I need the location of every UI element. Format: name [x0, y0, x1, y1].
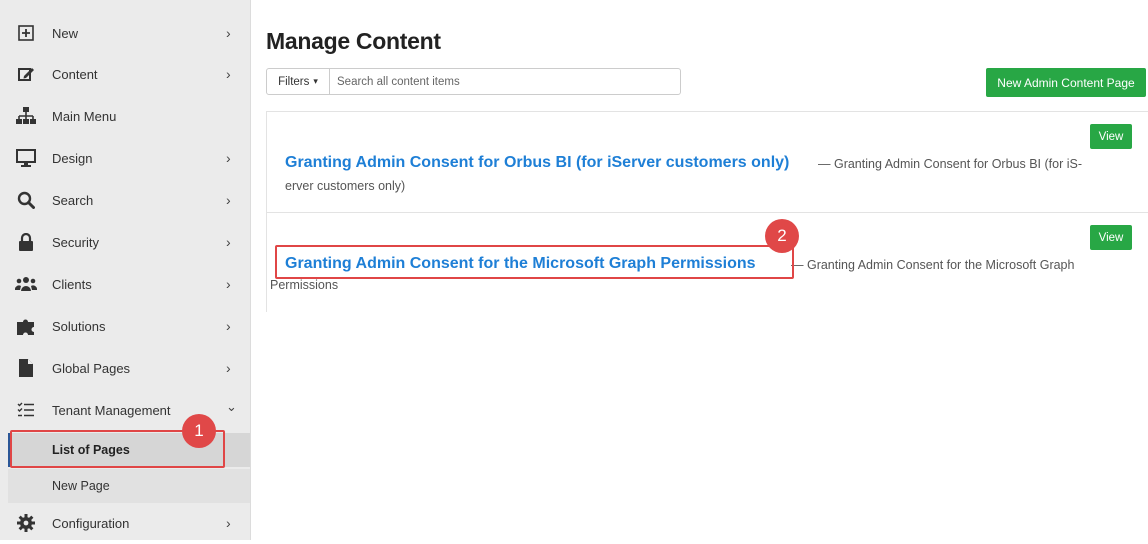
- callout-highlight-2: [275, 245, 794, 279]
- result-description: — Granting Admin Consent for Orbus BI (f…: [818, 157, 1082, 171]
- chevron-right-icon: ›: [226, 192, 231, 208]
- users-icon: [15, 273, 37, 295]
- sidebar-subitem-new-page[interactable]: New Page: [8, 469, 250, 503]
- caret-down-icon: ▾: [313, 76, 318, 86]
- sidebar-item-configuration[interactable]: Configuration ›: [0, 502, 250, 544]
- file-icon: [15, 357, 37, 379]
- filters-dropdown[interactable]: Filters ▾: [267, 69, 330, 94]
- sidebar-item-label: New: [52, 25, 79, 41]
- sidebar-item-label: Tenant Management: [52, 402, 171, 418]
- callout-badge-1: 1: [182, 414, 216, 448]
- plus-square-icon: [15, 22, 37, 44]
- result-description: — Granting Admin Consent for the Microso…: [791, 258, 1075, 272]
- sidebar-item-label: Main Menu: [52, 108, 117, 124]
- chevron-right-icon: ›: [226, 66, 231, 82]
- sidebar-subitem-label: New Page: [52, 479, 110, 493]
- chevron-right-icon: ›: [226, 234, 231, 250]
- sitemap-icon: [15, 105, 37, 127]
- sidebar-item-label: Global Pages: [52, 360, 131, 376]
- desktop-icon: [15, 147, 37, 169]
- sidebar-item-label: Solutions: [52, 318, 106, 334]
- sidebar-item-clients[interactable]: Clients ›: [0, 263, 250, 305]
- callout-badge-2: 2: [765, 219, 799, 253]
- sidebar-item-content[interactable]: Content ›: [0, 53, 250, 95]
- sidebar-item-label: Search: [52, 192, 94, 208]
- list-item: View Granting Admin Consent for Orbus BI…: [266, 111, 1148, 212]
- sidebar-item-label: Design: [52, 150, 93, 166]
- chevron-right-icon: ›: [226, 150, 231, 166]
- sidebar-item-label: Content: [52, 66, 98, 82]
- view-button[interactable]: View: [1090, 124, 1132, 149]
- result-title-link[interactable]: Granting Admin Consent for Orbus BI (for…: [285, 154, 789, 172]
- edit-icon: [15, 63, 37, 85]
- sidebar-item-search[interactable]: Search ›: [0, 179, 250, 221]
- page-title: Manage Content: [266, 28, 441, 54]
- sidebar-item-solutions[interactable]: Solutions ›: [0, 305, 250, 347]
- search-bar: Filters ▾: [266, 68, 687, 95]
- tasks-icon: [15, 399, 37, 421]
- chevron-right-icon: ›: [226, 515, 231, 531]
- sidebar-item-label: Security: [52, 234, 99, 250]
- sidebar-item-label: Configuration: [52, 515, 130, 531]
- puzzle-icon: [15, 315, 37, 337]
- chevron-right-icon: ›: [226, 25, 231, 41]
- chevron-right-icon: ›: [226, 318, 231, 334]
- sidebar-item-global-pages[interactable]: Global Pages ›: [0, 347, 250, 389]
- lock-icon: [15, 231, 37, 253]
- result-description-cont: Permissions: [270, 278, 339, 292]
- sidebar-item-new[interactable]: New ›: [0, 12, 250, 54]
- gear-icon: [15, 512, 37, 534]
- chevron-right-icon: ›: [226, 360, 231, 376]
- sidebar-item-design[interactable]: Design ›: [0, 137, 250, 179]
- view-button[interactable]: View: [1090, 225, 1132, 250]
- chevron-down-icon: ⌄: [226, 399, 237, 414]
- result-description-cont: erver customers only): [285, 179, 406, 193]
- sidebar-item-label: Clients: [52, 276, 92, 292]
- filters-label: Filters: [278, 75, 310, 88]
- sidebar-item-main-menu[interactable]: Main Menu: [0, 95, 250, 137]
- sidebar-item-security[interactable]: Security ›: [0, 221, 250, 263]
- chevron-right-icon: ›: [226, 276, 231, 292]
- search-icon: [15, 189, 37, 211]
- search-input[interactable]: [331, 70, 687, 93]
- new-admin-content-page-button[interactable]: New Admin Content Page: [986, 68, 1146, 97]
